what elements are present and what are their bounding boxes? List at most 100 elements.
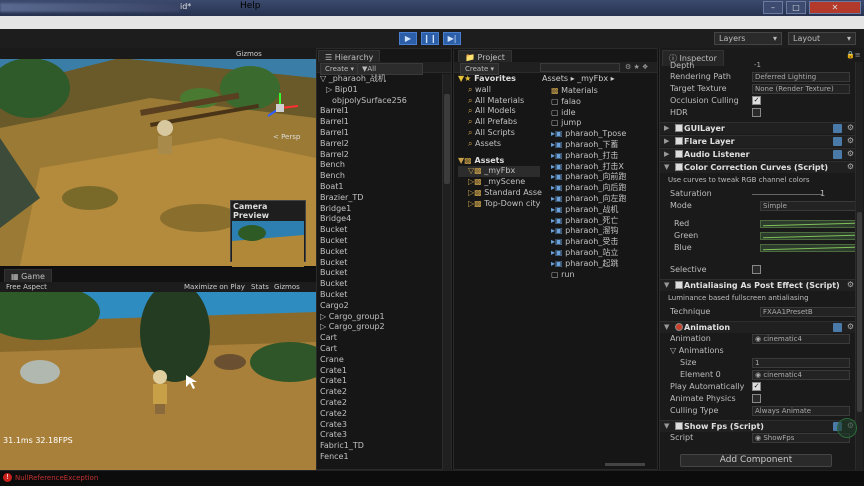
antialiasing-enable-checkbox[interactable] — [675, 281, 683, 289]
project-file-item[interactable]: ▸▣ pharaoh_战机 — [551, 205, 651, 216]
add-component-button[interactable]: Add Component — [680, 454, 832, 467]
aspect-dropdown[interactable]: Free Aspect — [6, 283, 47, 291]
persp-label[interactable]: < Persp — [273, 133, 300, 141]
hierarchy-item[interactable]: Barrel2 — [320, 150, 440, 161]
project-file-item[interactable]: ▢ run — [551, 270, 651, 281]
assets-tree-item[interactable]: ▷▩ Standard Asse — [458, 188, 542, 199]
element0-field[interactable]: ◉ cinematic4 — [752, 370, 850, 380]
help-icon[interactable] — [833, 124, 842, 133]
hierarchy-item[interactable]: Crane — [320, 355, 440, 366]
target-texture-field[interactable]: None (Render Texture) — [752, 84, 850, 94]
icon-size-slider[interactable] — [605, 463, 645, 466]
favorites-item[interactable]: ⌕ All Scripts — [458, 128, 540, 139]
hierarchy-item[interactable]: Barrel1 — [320, 128, 440, 139]
hierarchy-item[interactable]: Cargo2 — [320, 301, 440, 312]
play-automatically-checkbox[interactable]: ✓ — [752, 382, 761, 391]
inspector-scrollbar[interactable] — [855, 62, 863, 470]
gear-icon[interactable]: ⚙ — [847, 136, 854, 145]
hierarchy-item[interactable]: Crate3 — [320, 420, 440, 431]
project-file-item[interactable]: ▸▣ pharaoh_溜钩 — [551, 226, 651, 237]
color-correction-enable-checkbox[interactable] — [675, 163, 683, 171]
blue-curve-field[interactable] — [760, 244, 858, 252]
hierarchy-item[interactable]: Bridge1 — [320, 204, 440, 215]
animation-component[interactable]: ▼ Animation ⚙ — [660, 321, 860, 333]
stats-toggle[interactable]: Stats — [251, 283, 269, 291]
red-curve-field[interactable] — [760, 220, 858, 228]
hierarchy-item[interactable]: ▷ Bip01 — [320, 85, 440, 96]
project-file-item[interactable]: ▸▣ pharaoh_向左跑 — [551, 194, 651, 205]
hierarchy-item[interactable]: Barrel2 — [320, 139, 440, 150]
project-filter-icons[interactable]: ⚙ ★ ❖ — [625, 63, 648, 71]
animation-clip-field[interactable]: ◉ cinematic4 — [752, 334, 850, 344]
project-breadcrumb[interactable]: Assets ▸ _myFbx ▸ — [542, 74, 615, 83]
mode-dropdown[interactable]: Simple — [760, 201, 858, 211]
audio-listener-component[interactable]: ▶ Audio Listener ⚙ — [660, 148, 860, 160]
gear-icon[interactable]: ⚙ — [847, 280, 854, 289]
hierarchy-item[interactable]: ▽ _pharaoh_战机 — [320, 74, 440, 85]
hierarchy-item[interactable]: Bench — [320, 171, 440, 182]
depth-field[interactable]: -1 — [752, 61, 850, 71]
saturation-slider[interactable] — [752, 194, 822, 195]
hierarchy-item[interactable]: Boat1 — [320, 182, 440, 193]
flare-layer-component[interactable]: ▶ Flare Layer ⚙ — [660, 135, 860, 147]
project-search-input[interactable] — [540, 63, 620, 72]
animate-physics-checkbox[interactable] — [752, 394, 761, 403]
inspector-scroll-thumb[interactable] — [857, 212, 862, 412]
project-file-item[interactable]: ▩ Materials — [551, 86, 651, 97]
project-file-item[interactable]: ▸▣ pharaoh_打击X — [551, 162, 651, 173]
game-gizmos-button[interactable]: Gizmos — [274, 283, 300, 291]
project-file-item[interactable]: ▢ idle — [551, 108, 651, 119]
gui-layer-enable-checkbox[interactable] — [675, 124, 683, 132]
hierarchy-item[interactable]: Barrel1 — [320, 117, 440, 128]
pause-icon[interactable]: ❙❙ — [421, 32, 439, 45]
hierarchy-item[interactable]: Fence1 — [320, 452, 440, 463]
gear-icon[interactable]: ⚙ — [847, 123, 854, 132]
hierarchy-item[interactable]: Barrel1 — [320, 106, 440, 117]
status-bar[interactable] — [0, 470, 864, 486]
menu-help[interactable]: Help — [240, 1, 261, 11]
color-correction-component[interactable]: ▼ Color Correction Curves (Script) ⚙ — [660, 161, 860, 173]
project-file-item[interactable]: ▸▣ pharaoh_Tpose — [551, 129, 651, 140]
project-file-item[interactable]: ▸▣ pharaoh_下蓄 — [551, 140, 651, 151]
hierarchy-item[interactable]: Bucket — [320, 290, 440, 301]
project-file-item[interactable]: ▸▣ pharaoh_死亡 — [551, 216, 651, 227]
size-field[interactable]: 1 — [752, 358, 850, 368]
hierarchy-item[interactable]: Crate2 — [320, 398, 440, 409]
hierarchy-item[interactable]: ▷ Cargo_group2 — [320, 322, 440, 333]
gear-icon[interactable]: ⚙ — [847, 149, 854, 158]
project-file-item[interactable]: ▸▣ pharaoh_站立 — [551, 248, 651, 259]
gear-icon[interactable]: ⚙ — [847, 322, 854, 331]
favorites-item[interactable]: ⌕ wall — [458, 85, 540, 96]
gear-icon[interactable]: ⚙ — [847, 162, 854, 171]
project-file-item[interactable]: ▢ falao — [551, 97, 651, 108]
hierarchy-item[interactable]: Crate1 — [320, 366, 440, 377]
close-icon[interactable]: ✕ — [809, 1, 861, 14]
hierarchy-item[interactable]: Bucket — [320, 258, 440, 269]
script-field[interactable]: ◉ ShowFps — [752, 433, 850, 443]
selective-checkbox[interactable] — [752, 265, 761, 274]
status-error-message[interactable]: NullReferenceException — [15, 474, 98, 482]
hierarchy-item[interactable]: Cart — [320, 333, 440, 344]
hierarchy-item[interactable]: Bridge4 — [320, 214, 440, 225]
occlusion-culling-checkbox[interactable]: ✓ — [752, 96, 761, 105]
layers-dropdown[interactable]: Layers ▾ — [714, 32, 782, 45]
project-file-item[interactable]: ▸▣ pharaoh_向后跑 — [551, 183, 651, 194]
show-fps-enable-checkbox[interactable] — [675, 422, 683, 430]
assets-tree-item[interactable]: ▽▩ _myFbx — [458, 166, 540, 178]
scene-gizmos-button[interactable]: Gizmos — [236, 50, 262, 58]
hierarchy-item[interactable]: Bucket — [320, 268, 440, 279]
hierarchy-scroll-thumb[interactable] — [444, 94, 450, 184]
help-icon[interactable] — [833, 323, 842, 332]
favorites-item[interactable]: ⌕ Assets — [458, 139, 540, 150]
rendering-path-dropdown[interactable]: Deferred Lighting — [752, 72, 850, 82]
animations-foldout[interactable]: ▽ Animations — [668, 346, 858, 357]
hierarchy-item[interactable]: Crate1 — [320, 376, 440, 387]
hierarchy-item[interactable]: Bucket — [320, 279, 440, 290]
hierarchy-item[interactable]: Bucket — [320, 225, 440, 236]
flare-layer-enable-checkbox[interactable] — [675, 137, 683, 145]
project-file-item[interactable]: ▸▣ pharaoh_起跳 — [551, 259, 651, 270]
tab-game[interactable]: ▦ Game — [4, 269, 52, 283]
hierarchy-item[interactable]: Crate3 — [320, 430, 440, 441]
step-icon[interactable]: ▶| — [443, 32, 461, 45]
project-file-item[interactable]: ▢ jump — [551, 118, 651, 129]
